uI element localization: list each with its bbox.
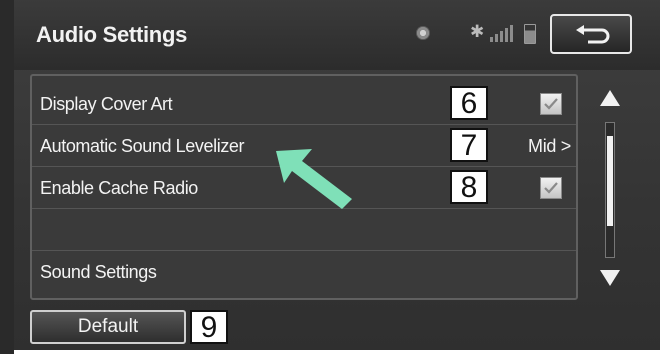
pointer-arrow-icon: [276, 149, 352, 209]
display-cover-art-checkbox[interactable]: [540, 93, 562, 115]
callout-6: 6: [450, 86, 488, 120]
bottom-edge: [14, 350, 660, 354]
scrollbar-track[interactable]: [605, 122, 615, 258]
checkmark-icon: [544, 98, 558, 110]
callout-8: 8: [450, 170, 488, 204]
back-button[interactable]: [550, 14, 632, 54]
list-item-label: Sound Settings: [40, 262, 157, 282]
scroll-down-arrow-icon[interactable]: [598, 268, 622, 288]
return-arrow-icon: [576, 25, 610, 44]
left-bezel: [0, 0, 14, 354]
list-item-label: Display Cover Art: [40, 94, 173, 114]
audio-settings-screen: Audio Settings ✱ Display Cover Art Autom…: [0, 0, 660, 354]
callout-9: 9: [190, 310, 228, 344]
bluetooth-icon: ✱: [470, 22, 485, 41]
levelizer-value: Mid >: [528, 136, 572, 156]
list-item-empty: [32, 210, 576, 251]
list-item-sound-settings[interactable]: Sound Settings: [32, 252, 576, 292]
enable-cache-radio-checkbox[interactable]: [540, 177, 562, 199]
checkmark-icon: [544, 182, 558, 194]
scrollbar-thumb[interactable]: [607, 136, 613, 226]
callout-7: 7: [450, 128, 488, 162]
list-item-label: Enable Cache Radio: [40, 178, 198, 198]
list-item-display-cover-art[interactable]: Display Cover Art: [32, 84, 576, 125]
signal-icon: [490, 24, 516, 42]
gps-icon: [416, 26, 430, 40]
list-item-label: Automatic Sound Levelizer: [40, 136, 245, 156]
default-button[interactable]: Default: [30, 310, 186, 344]
page-title: Audio Settings: [36, 22, 188, 47]
scroll-up-arrow-icon[interactable]: [598, 88, 622, 108]
battery-icon: [524, 24, 536, 44]
